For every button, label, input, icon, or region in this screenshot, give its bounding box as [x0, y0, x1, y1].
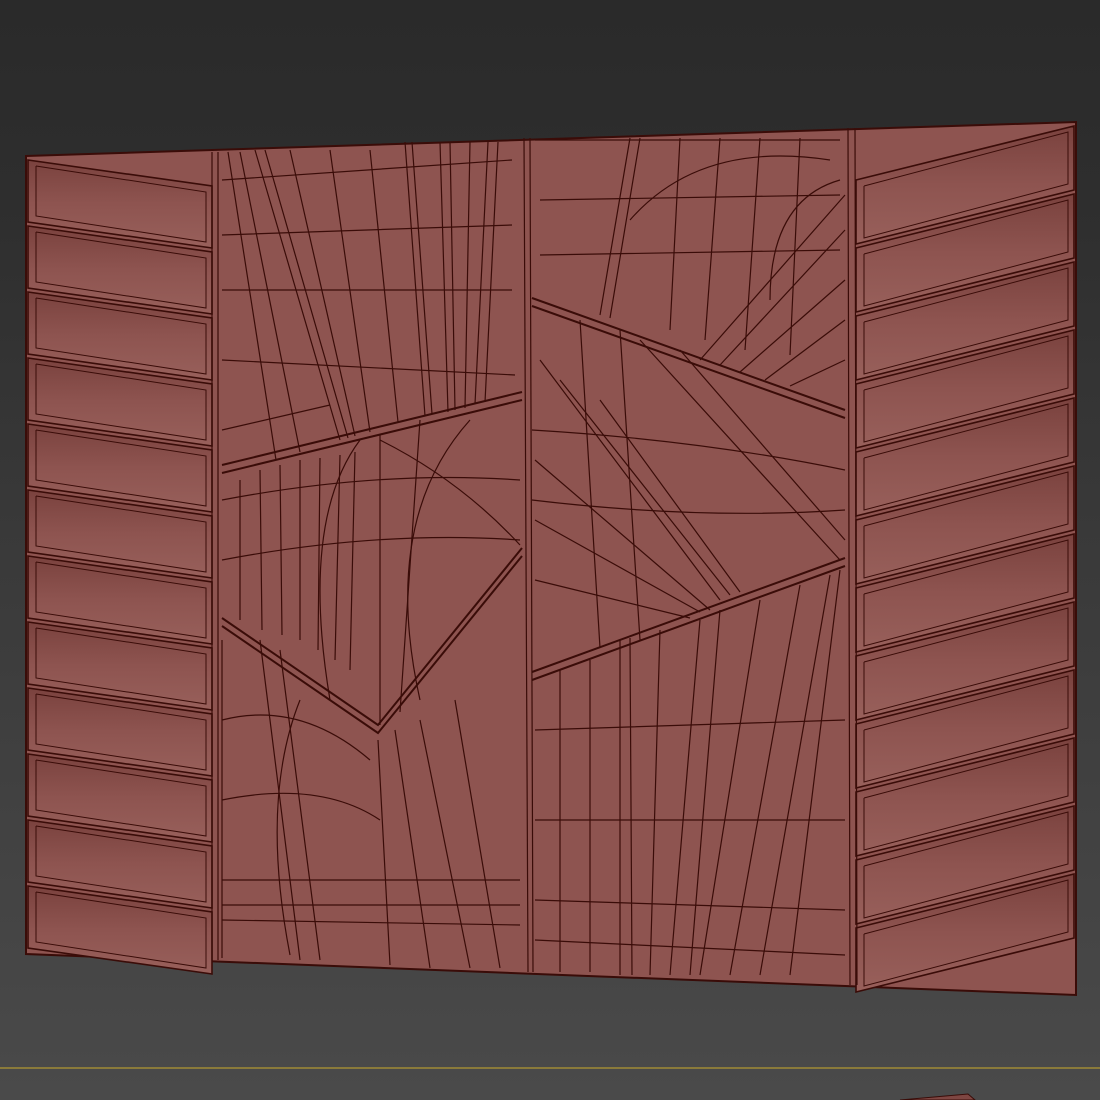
- neighbor-object-edge: [899, 1093, 976, 1100]
- viewport-scene: [0, 120, 1100, 1100]
- 3d-viewport[interactable]: [0, 0, 1100, 1100]
